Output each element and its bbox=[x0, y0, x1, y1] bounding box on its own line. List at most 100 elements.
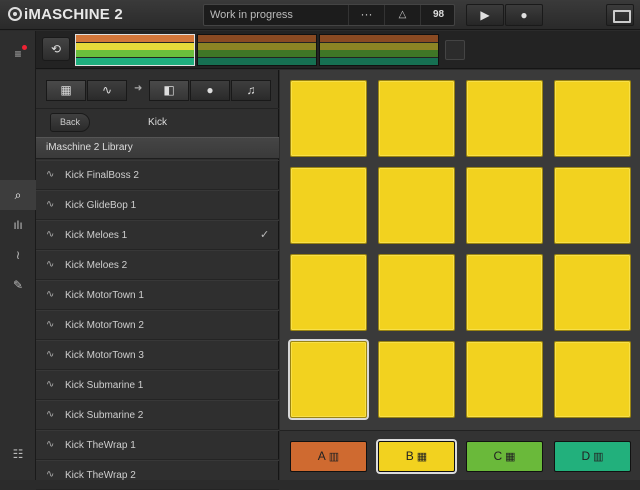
play-button[interactable]: ▶ bbox=[466, 4, 504, 26]
list-item[interactable]: ∿ Kick TheWrap 1 bbox=[36, 430, 279, 460]
list-item[interactable]: ∿ Kick MotorTown 1 bbox=[36, 280, 279, 310]
menu-icon[interactable]: ≡ bbox=[0, 39, 36, 69]
pad-1[interactable] bbox=[290, 80, 367, 157]
list-item[interactable]: ∿ Kick Meloes 1 ✓ bbox=[36, 220, 279, 250]
scene-track-strip bbox=[320, 35, 438, 42]
pad-5[interactable] bbox=[290, 167, 367, 244]
loop-button[interactable]: ⟲ bbox=[42, 37, 70, 61]
waveform-icon: ∿ bbox=[46, 259, 55, 270]
search-icon[interactable]: ⌕ bbox=[0, 180, 36, 210]
scene-track-strip bbox=[76, 57, 194, 65]
note-filter-button[interactable]: ♫ bbox=[231, 80, 271, 101]
group-label: A bbox=[317, 449, 326, 463]
group-b-button[interactable]: B ▦ bbox=[378, 441, 455, 472]
mixer-icon[interactable]: ılı bbox=[0, 210, 36, 240]
left-toolbar: ≡ ⌕ ılı ≀ ✎ ☷ bbox=[0, 31, 36, 480]
list-item-label: Kick MotorTown 1 bbox=[65, 290, 144, 301]
list-item-label: Kick GlideBop 1 bbox=[65, 200, 137, 211]
list-item[interactable]: ∿ Kick MotorTown 2 bbox=[36, 310, 279, 340]
browser-nav: Kick Back bbox=[36, 108, 279, 136]
waveform-icon: ∿ bbox=[46, 469, 55, 480]
list-item-label: Kick MotorTown 2 bbox=[65, 320, 144, 331]
scene-track-strip bbox=[320, 57, 438, 65]
list-item-label: Kick TheWrap 1 bbox=[65, 440, 136, 451]
scene-3[interactable] bbox=[319, 34, 439, 66]
list-item[interactable]: ∿ Kick Meloes 2 bbox=[36, 250, 279, 280]
pad-3[interactable] bbox=[466, 80, 543, 157]
list-item[interactable]: ∿ Kick TheWrap 2 bbox=[36, 460, 279, 490]
waveform-icon: ∿ bbox=[46, 439, 55, 450]
user-filter-button[interactable]: ● bbox=[190, 80, 230, 101]
scene-track-strip bbox=[76, 35, 194, 42]
pad-grid-icon: ▦ bbox=[505, 451, 516, 463]
record-button[interactable]: ● bbox=[505, 4, 543, 26]
scene-track-strip bbox=[198, 42, 316, 50]
play-icon: ▶ bbox=[480, 8, 490, 22]
pad-6[interactable] bbox=[378, 167, 455, 244]
project-name[interactable]: Work in progress bbox=[210, 9, 293, 21]
list-item-label: Kick TheWrap 2 bbox=[65, 470, 136, 481]
logo-icon bbox=[8, 7, 22, 21]
group-label: C bbox=[493, 449, 503, 463]
window-menu-button[interactable] bbox=[606, 4, 634, 26]
scene-1[interactable] bbox=[75, 34, 195, 66]
list-item[interactable]: ∿ Kick GlideBop 1 bbox=[36, 190, 279, 220]
list-item[interactable]: ∿ Kick FinalBoss 2 bbox=[36, 160, 279, 190]
list-item[interactable]: ∿ Kick Submarine 1 bbox=[36, 370, 279, 400]
pad-9[interactable] bbox=[290, 254, 367, 331]
top-bar: iMASCHINE 2 Work in progress ··· △ 98 ▶ … bbox=[0, 0, 640, 30]
check-icon: ✓ bbox=[260, 229, 270, 241]
scene-2[interactable] bbox=[197, 34, 317, 66]
metronome-icon[interactable]: △ bbox=[384, 5, 420, 25]
pad-15[interactable] bbox=[466, 341, 543, 418]
waveform-icon: ∿ bbox=[46, 289, 55, 300]
scene-track-strip bbox=[198, 57, 316, 65]
back-button[interactable]: Back bbox=[50, 113, 90, 132]
keyboard-icon: ▥ bbox=[328, 451, 340, 463]
pad-8[interactable] bbox=[554, 167, 631, 244]
group-d-button[interactable]: D ▥ bbox=[554, 441, 631, 472]
pad-10[interactable] bbox=[378, 254, 455, 331]
pad-11[interactable] bbox=[466, 254, 543, 331]
pad-grid-icon: ▦ bbox=[416, 451, 428, 463]
more-options-button[interactable]: ··· bbox=[348, 5, 384, 25]
pad-grid bbox=[280, 70, 640, 430]
sliders-icon[interactable]: ☷ bbox=[0, 439, 36, 469]
scene-track-strip bbox=[198, 50, 316, 57]
pad-16[interactable] bbox=[554, 341, 631, 418]
waveform-icon: ∿ bbox=[46, 229, 55, 240]
pencil-icon[interactable]: ✎ bbox=[0, 270, 36, 300]
pad-4[interactable] bbox=[554, 80, 631, 157]
duplicate-scene-button[interactable] bbox=[445, 40, 465, 60]
instrument-filter-button[interactable]: ◧ bbox=[149, 80, 189, 101]
scene-track-strip bbox=[76, 50, 194, 57]
loop-icon: ⟲ bbox=[50, 42, 62, 56]
list-item-label: Kick Meloes 1 bbox=[65, 230, 128, 241]
record-icon: ● bbox=[520, 8, 528, 22]
notification-dot bbox=[22, 45, 27, 50]
scene-bar: ⟲ bbox=[36, 31, 640, 69]
waveform-icon: ∿ bbox=[46, 199, 55, 210]
project-field[interactable]: Work in progress ··· △ 98 bbox=[203, 4, 455, 26]
waveform-icon[interactable]: ≀ bbox=[0, 240, 36, 270]
scene-track-strip bbox=[198, 35, 316, 42]
pad-7[interactable] bbox=[466, 167, 543, 244]
app-title: iMASCHINE 2 bbox=[24, 6, 123, 23]
pad-14[interactable] bbox=[378, 341, 455, 418]
app-logo: iMASCHINE 2 bbox=[8, 6, 123, 23]
list-item[interactable]: ∿ Kick MotorTown 3 bbox=[36, 340, 279, 370]
tempo-display[interactable]: 98 bbox=[420, 5, 456, 25]
pad-12[interactable] bbox=[554, 254, 631, 331]
pad-13[interactable] bbox=[290, 341, 367, 418]
waveform-icon: ∿ bbox=[46, 319, 55, 330]
pad-2[interactable] bbox=[378, 80, 455, 157]
group-c-button[interactable]: C ▦ bbox=[466, 441, 543, 472]
waveform-filter-button[interactable]: ∿ bbox=[87, 80, 127, 101]
grid-filter-button[interactable]: ▦ bbox=[46, 80, 86, 101]
group-label: B bbox=[405, 449, 414, 463]
library-header[interactable]: iMaschine 2 Library bbox=[36, 137, 279, 159]
list-item-label: Kick FinalBoss 2 bbox=[65, 170, 139, 181]
waveform-icon: ∿ bbox=[46, 169, 55, 180]
list-item[interactable]: ∿ Kick Submarine 2 bbox=[36, 400, 279, 430]
group-a-button[interactable]: A ▥ bbox=[290, 441, 367, 472]
